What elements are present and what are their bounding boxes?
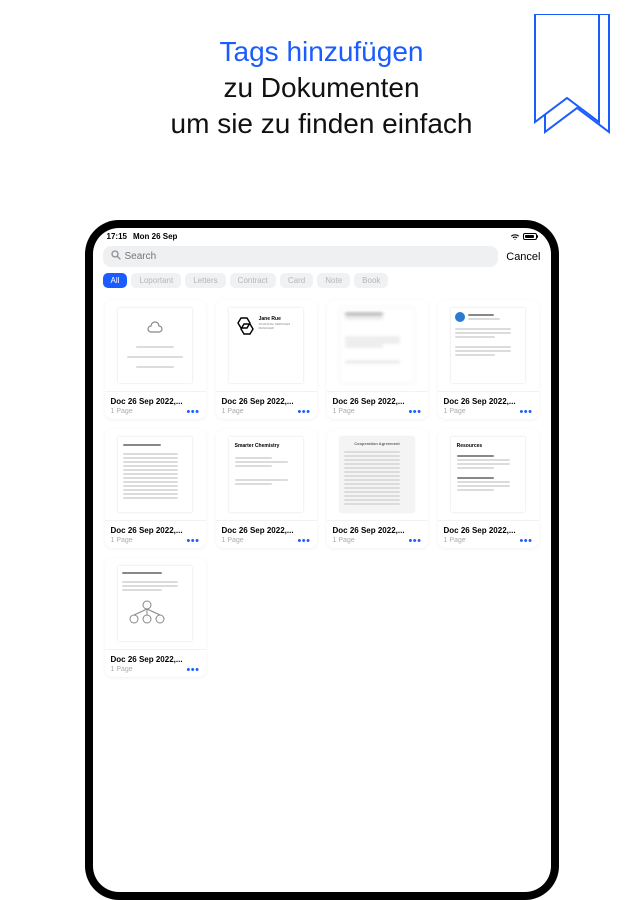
document-title: Doc 26 Sep 2022,... xyxy=(444,526,533,535)
battery-icon xyxy=(523,233,537,240)
search-icon xyxy=(111,250,121,263)
document-pages: 1 Page xyxy=(111,666,133,673)
document-thumbnail: Smarter Chemistry xyxy=(216,429,317,521)
search-box[interactable] xyxy=(103,246,499,267)
headline-line2: zu Dokumenten xyxy=(223,72,419,103)
document-pages: 1 Page xyxy=(444,537,466,544)
bookmark-ribbon-icon xyxy=(525,14,621,154)
document-title: Doc 26 Sep 2022,... xyxy=(333,526,422,535)
document-card[interactable]: Cooperation Agreement Doc 26 Sep 2022,...… xyxy=(327,429,428,548)
document-meta: Doc 26 Sep 2022,...1 Page••• xyxy=(327,392,428,419)
search-input[interactable] xyxy=(125,251,491,262)
document-thumbnail: Resources xyxy=(438,429,539,521)
document-title: Doc 26 Sep 2022,... xyxy=(222,526,311,535)
document-thumbnail xyxy=(105,429,206,521)
document-card[interactable]: Doc 26 Sep 2022,...1 Page••• xyxy=(105,558,206,677)
tag-pill-note[interactable]: Note xyxy=(317,273,350,288)
document-pages: 1 Page xyxy=(111,537,133,544)
ipad-screen: 17:15 Mon 26 Sep Cancel AllLoportant Lett… xyxy=(93,228,551,892)
document-title: Doc 26 Sep 2022,... xyxy=(222,397,311,406)
document-thumbnail: Cooperation Agreement xyxy=(327,429,428,521)
document-pages: 1 Page xyxy=(333,537,355,544)
document-meta: Doc 26 Sep 2022,...1 Page••• xyxy=(327,521,428,548)
document-thumbnail xyxy=(438,300,539,392)
document-pages: 1 Page xyxy=(444,408,466,415)
document-card[interactable]: Doc 26 Sep 2022,...1 Page••• xyxy=(105,300,206,419)
diagram-icon xyxy=(122,597,172,627)
document-card[interactable]: Doc 26 Sep 2022,...1 Page••• xyxy=(327,300,428,419)
tag-pill-all[interactable]: All xyxy=(103,273,128,288)
document-meta: Doc 26 Sep 2022,...1 Page••• xyxy=(438,392,539,419)
hexagon-icon xyxy=(233,316,255,338)
document-pages: 1 Page xyxy=(222,537,244,544)
search-row: Cancel xyxy=(93,243,551,273)
headline-line3: um sie zu finden einfach xyxy=(171,108,473,139)
document-meta: Doc 26 Sep 2022,...1 Page••• xyxy=(105,650,206,677)
cloud-icon xyxy=(146,321,164,340)
headline-blue: Tags hinzufügen xyxy=(220,36,424,67)
document-card[interactable]: ResourcesDoc 26 Sep 2022,...1 Page••• xyxy=(438,429,539,548)
ipad-frame: 17:15 Mon 26 Sep Cancel AllLoportant Lett… xyxy=(85,220,559,900)
status-date: Mon 26 Sep xyxy=(133,232,177,241)
avatar-icon xyxy=(455,312,465,322)
document-thumbnail xyxy=(105,300,206,392)
tag-pill-contract[interactable]: Contract xyxy=(230,273,276,288)
document-thumbnail: Jane RueFINANCIAL SERVICES MANAGER xyxy=(216,300,317,392)
document-meta: Doc 26 Sep 2022,...1 Page••• xyxy=(105,392,206,419)
document-title: Doc 26 Sep 2022,... xyxy=(444,397,533,406)
tag-pill-loportant[interactable]: Loportant xyxy=(131,273,181,288)
document-thumbnail xyxy=(327,300,428,392)
document-meta: Doc 26 Sep 2022,...1 Page••• xyxy=(105,521,206,548)
document-pages: 1 Page xyxy=(333,408,355,415)
document-title: Doc 26 Sep 2022,... xyxy=(333,397,422,406)
documents-grid: Doc 26 Sep 2022,...1 Page•••Jane RueFINA… xyxy=(93,296,551,681)
document-pages: 1 Page xyxy=(222,408,244,415)
cancel-button[interactable]: Cancel xyxy=(506,251,540,263)
tag-pill-book[interactable]: Book xyxy=(354,273,388,288)
document-title: Doc 26 Sep 2022,... xyxy=(111,655,200,664)
document-thumbnail xyxy=(105,558,206,650)
status-bar: 17:15 Mon 26 Sep xyxy=(93,228,551,243)
tags-row: AllLoportant Letters Contract Card Note Book xyxy=(93,273,551,296)
document-pages: 1 Page xyxy=(111,408,133,415)
status-time: 17:15 xyxy=(107,232,127,241)
document-card[interactable]: Doc 26 Sep 2022,...1 Page••• xyxy=(105,429,206,548)
document-title: Doc 26 Sep 2022,... xyxy=(111,397,200,406)
document-meta: Doc 26 Sep 2022,...1 Page••• xyxy=(216,392,317,419)
document-card[interactable]: Doc 26 Sep 2022,...1 Page••• xyxy=(438,300,539,419)
wifi-icon xyxy=(510,233,520,241)
document-meta: Doc 26 Sep 2022,...1 Page••• xyxy=(216,521,317,548)
document-card[interactable]: Jane RueFINANCIAL SERVICES MANAGER Doc 26… xyxy=(216,300,317,419)
document-card[interactable]: Smarter Chemistry Doc 26 Sep 2022,... 1 Pa… xyxy=(216,429,317,548)
document-meta: Doc 26 Sep 2022,...1 Page••• xyxy=(438,521,539,548)
document-title: Doc 26 Sep 2022,... xyxy=(111,526,200,535)
tag-pill-card[interactable]: Card xyxy=(280,273,313,288)
tag-pill-letters[interactable]: Letters xyxy=(185,273,225,288)
